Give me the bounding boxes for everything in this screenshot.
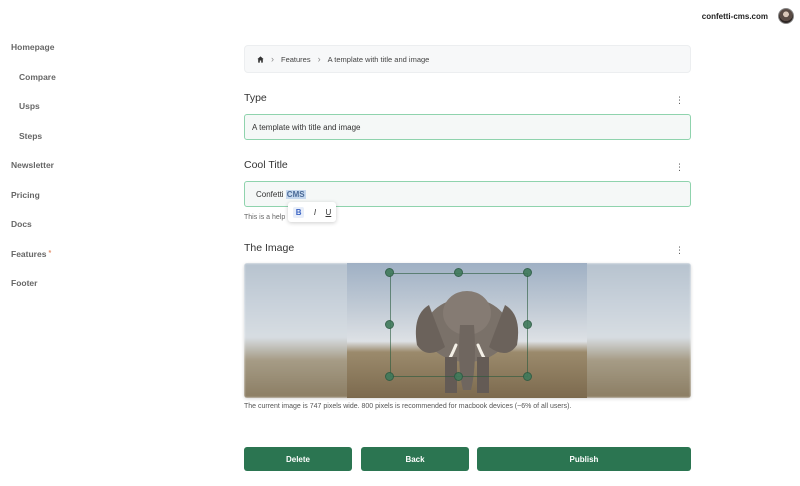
breadcrumb: › Features › A template with title and i… [244,45,691,73]
sidebar-item-features[interactable]: Features * [0,243,150,273]
crop-handle[interactable] [385,320,394,329]
crop-handle[interactable] [454,268,463,277]
chevron-right-icon: › [271,54,274,64]
image-info-text: The current image is 747 pixels wide. 80… [244,403,572,410]
sidebar-item-docs[interactable]: Docs [0,213,150,243]
image-title: The Image [244,242,295,254]
sidebar-item-label: Compare [19,71,56,82]
delete-button[interactable]: Delete [244,447,352,471]
sidebar-item-homepage[interactable]: Homepage [0,36,150,66]
breadcrumb-item[interactable]: Features [281,55,311,64]
crop-handle[interactable] [385,372,394,381]
chevron-right-icon: › [317,54,321,64]
topbar: confetti-cms.com [702,0,800,32]
type-title: Type [244,92,267,104]
sidebar-item-pricing[interactable]: Pricing [0,184,150,214]
back-button[interactable]: Back [361,447,469,471]
sidebar-item-label: Homepage [11,42,55,52]
underline-button[interactable]: U [325,208,331,217]
crop-handle[interactable] [523,268,532,277]
sidebar-item-steps[interactable]: Steps [0,125,150,155]
cool-title-helper: This is a help [244,214,286,221]
breadcrumb-item-current: A template with title and image [327,54,430,64]
sidebar-item-label: Newsletter [11,160,54,170]
format-toolbar: B I U [288,202,336,222]
sidebar-item-label: Pricing [11,189,40,200]
cool-title-title: Cool Title [244,159,288,171]
image-more-icon[interactable]: ⋮ [675,246,684,255]
type-field[interactable]: A template with title and image [244,114,691,140]
type-more-icon[interactable]: ⋮ [675,96,684,105]
image-editor[interactable] [244,263,691,398]
sidebar-item-label: Docs [11,219,32,229]
italic-button[interactable]: I [314,208,316,217]
crop-handle[interactable] [454,372,463,381]
publish-button[interactable]: Publish [477,447,691,471]
sidebar-item-usps[interactable]: Usps [0,95,150,125]
cool-title-more-icon[interactable]: ⋮ [675,163,684,172]
crop-handle[interactable] [523,372,532,381]
sidebar-item-compare[interactable]: Compare [0,66,150,96]
sidebar-item-newsletter[interactable]: Newsletter [0,154,150,184]
sidebar-item-label: Features [11,248,47,259]
selected-text: CMS [285,189,306,199]
sidebar: Homepage Compare Usps Steps Newsletter P… [0,36,150,302]
bold-button[interactable]: B [292,206,305,218]
site-name[interactable]: confetti-cms.com [702,12,768,21]
sidebar-item-label: Steps [19,130,43,141]
sidebar-item-label: Usps [19,101,40,111]
changed-marker: * [48,249,52,257]
crop-handle[interactable] [523,320,532,329]
user-avatar[interactable] [778,8,794,24]
cool-title-value: Confetti [256,189,286,199]
home-icon[interactable] [257,55,264,63]
sidebar-item-footer[interactable]: Footer [0,272,150,302]
crop-area[interactable] [390,273,528,377]
type-field-value: A template with title and image [252,122,361,132]
sidebar-item-label: Footer [11,278,38,288]
crop-handle[interactable] [385,268,394,277]
